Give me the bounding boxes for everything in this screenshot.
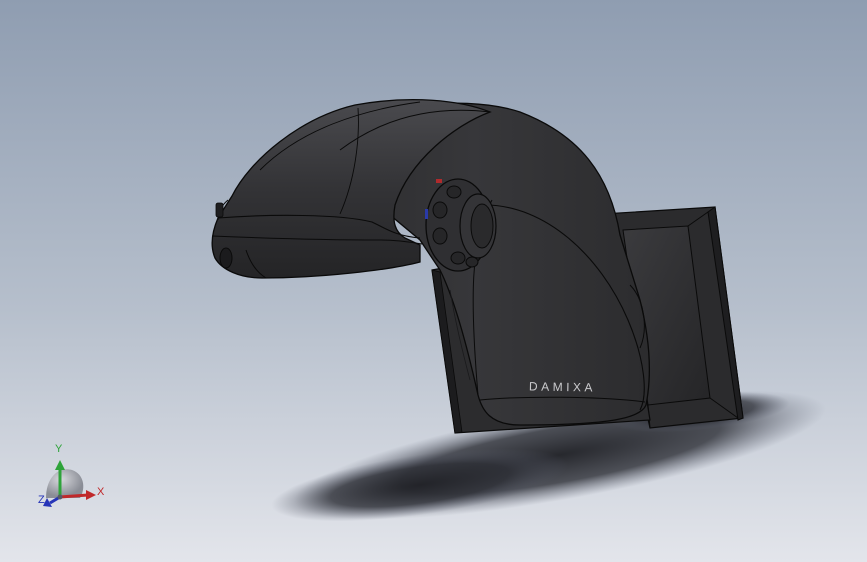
- cold-indicator-mark: [425, 209, 428, 219]
- z-axis-label: Z: [38, 494, 45, 506]
- x-axis-label: X: [97, 486, 105, 498]
- y-axis-label: Y: [55, 443, 63, 455]
- x-axis-line: [59, 493, 89, 499]
- graphics-viewport[interactable]: DAMIXA Y X Z: [0, 0, 867, 562]
- hot-indicator-mark: [436, 179, 442, 183]
- spout-outlet: [219, 247, 233, 269]
- model-scene[interactable]: [0, 0, 867, 562]
- brand-logo-text: DAMIXA: [528, 379, 597, 395]
